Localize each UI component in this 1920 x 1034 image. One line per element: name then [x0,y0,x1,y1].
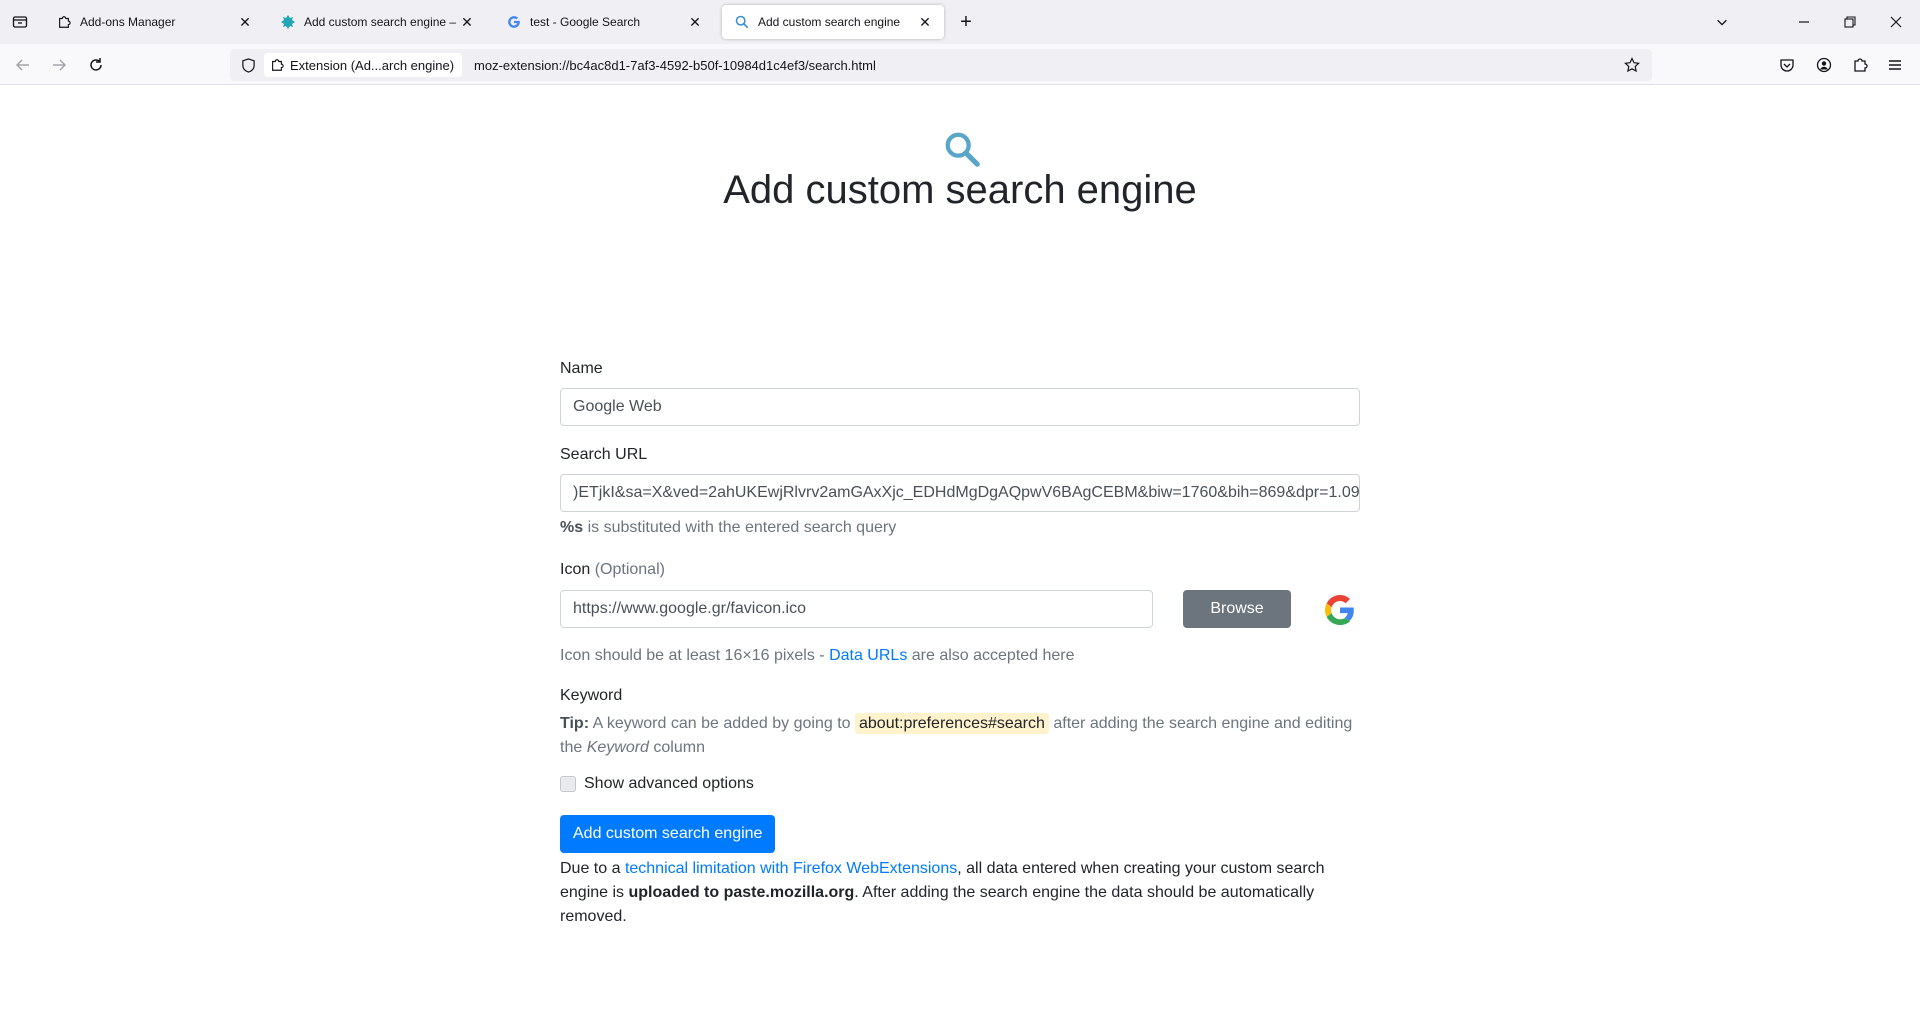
tip-text-3: column [648,739,705,756]
upload-notice: Due to a technical limitation with Firef… [560,857,1360,929]
new-tab-button[interactable]: + [954,10,978,34]
name-input[interactable]: Google Web [560,388,1360,426]
advanced-options-label[interactable]: Show advanced options [584,775,754,793]
advanced-options-checkbox[interactable] [560,776,576,792]
tab-title: Add-ons Manager [80,15,176,29]
puzzle-icon [56,14,72,30]
google-g-icon [506,14,522,30]
list-all-tabs-button[interactable] [1702,6,1742,38]
tab-addons-manager[interactable]: Add-ons Manager ✕ [44,5,264,39]
tab-add-custom-search-engine[interactable]: Add custom search engine ✕ [722,5,944,39]
close-icon[interactable]: ✕ [458,13,476,31]
optional-label: (Optional) [594,561,665,578]
pocket-icon [1780,59,1794,72]
preferences-code: about:preferences#search [855,713,1049,734]
keyword-label: Keyword [560,687,623,704]
tab-title: test - Google Search [530,15,641,29]
search-url-input-value: )ETjkI&sa=X&ved=2ahUKEwjRlvrv2amGAxXjc_E… [573,484,1360,501]
icon-help-text-after: are also accepted here [907,647,1075,664]
page-title: Add custom search engine [723,168,1197,212]
firefox-view-icon [12,16,28,28]
keyword-column-name: Keyword [586,739,649,756]
technical-limitation-link[interactable]: technical limitation with Firefox WebExt… [625,860,957,877]
puzzle-icon [1854,58,1868,72]
tab-title: Add custom search engine [758,15,901,29]
tab-strip: Add-ons Manager ✕ Add custom search engi… [0,0,1920,44]
url-bar[interactable]: Extension (Ad...arch engine) moz-extensi… [230,49,1652,81]
account-button[interactable] [1811,52,1837,78]
plus-icon: + [960,10,972,33]
search-icon [945,132,980,167]
keyword-tip: Tip: A keyword can be added by going to … [560,712,1360,760]
icon-url-input-value: https://www.google.gr/favicon.ico [573,600,807,617]
page-content: Add custom search engine Name Google Web… [0,85,1920,1034]
back-arrow-icon [15,59,29,71]
icon-url-input[interactable]: https://www.google.gr/favicon.ico [560,590,1153,628]
tip-label: Tip: [560,715,590,732]
search-url-help: %s is substituted with the entered searc… [560,519,896,537]
identity-label: Extension (Ad...arch engine) [290,57,455,73]
back-button[interactable] [10,52,36,78]
name-input-value: Google Web [573,398,662,415]
advanced-options-row[interactable]: Show advanced options [560,775,754,793]
close-icon[interactable]: ✕ [686,13,704,31]
icon-label-text: Icon [560,561,591,578]
search-icon [734,14,750,30]
icon-help: Icon should be at least 16×16 pixels - D… [560,647,1075,665]
reload-icon [90,58,102,71]
bookmark-star-icon[interactable] [1622,55,1642,75]
reload-button[interactable] [83,52,109,78]
tracking-protection-shield-icon[interactable] [238,57,258,73]
chevron-down-icon [1717,19,1727,26]
firefox-view-button[interactable] [8,10,32,34]
search-url-label: Search URL [560,446,648,463]
minimize-button[interactable] [1784,6,1824,38]
hamburger-menu-icon [1889,60,1901,70]
google-g-icon [1325,595,1354,625]
close-icon[interactable]: ✕ [916,13,934,31]
add-custom-search-engine-button[interactable]: Add custom search engine [560,815,776,853]
icon-help-text: Icon should be at least 16×16 pixels - [560,647,830,664]
tab-google-search[interactable]: test - Google Search ✕ [494,5,714,39]
navigation-toolbar: Extension (Ad...arch engine) moz-extensi… [0,44,1920,85]
search-url-input[interactable]: )ETjkI&sa=X&ved=2ahUKEwjRlvrv2amGAxXjc_E… [560,474,1360,512]
puzzle-icon [270,58,284,72]
restore-button[interactable] [1830,6,1870,38]
minimize-icon [1799,21,1809,23]
account-icon [1816,57,1832,73]
extension-logo-icon [280,14,296,30]
extensions-button[interactable] [1847,52,1873,78]
forward-button[interactable] [46,52,72,78]
icon-label: Icon (Optional) [560,561,665,579]
notice-text: Due to a [560,860,625,877]
tab-title: Add custom search engine – Ge [304,15,458,29]
placeholder-token: %s [560,519,584,536]
data-urls-link[interactable]: Data URLs [829,647,907,664]
notice-bold: uploaded to paste.mozilla.org [628,884,855,901]
forward-arrow-icon [53,59,67,71]
name-label: Name [560,360,603,377]
search-url-help-text: is substituted with the entered search q… [583,519,897,536]
app-menu-button[interactable] [1882,52,1908,78]
pocket-button[interactable] [1774,52,1800,78]
url-text[interactable]: moz-extension://bc4ac8d1-7af3-4592-b50f-… [474,58,876,73]
close-window-button[interactable] [1876,6,1916,38]
restore-icon [1844,16,1856,28]
close-icon[interactable]: ✕ [236,13,254,31]
close-icon [1890,16,1902,28]
browse-button[interactable]: Browse [1183,590,1291,628]
tip-text: A keyword can be added by going to [589,715,855,732]
tab-add-custom-search-engine-amo[interactable]: Add custom search engine – Ge ✕ [268,5,486,39]
identity-box[interactable]: Extension (Ad...arch engine) [264,53,463,77]
